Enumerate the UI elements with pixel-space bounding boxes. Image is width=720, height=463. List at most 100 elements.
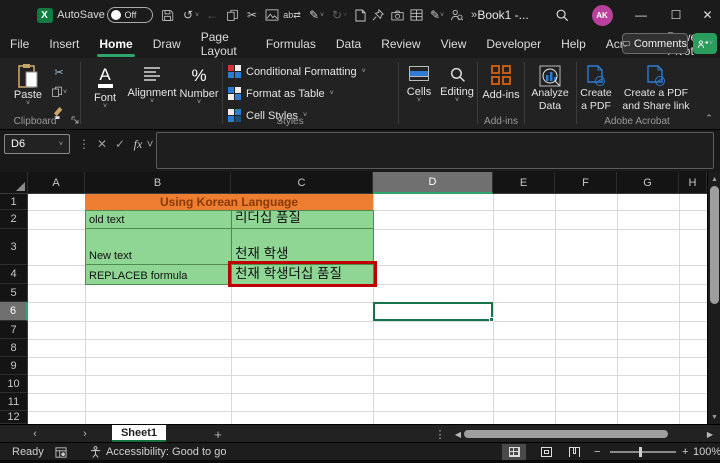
view-normal-button[interactable]	[502, 444, 526, 460]
tab-developer[interactable]: Developer	[476, 30, 551, 58]
share-button[interactable]: ˅	[693, 33, 717, 54]
tab-home[interactable]: Home	[89, 30, 142, 58]
editing-group-button[interactable]: Editing ˅	[438, 66, 476, 103]
addins-button[interactable]: Add-ins	[480, 65, 522, 101]
tab-draw[interactable]: Draw	[143, 30, 191, 58]
picture-icon[interactable]	[262, 0, 282, 30]
enter-icon[interactable]: ✓	[112, 134, 128, 154]
tab-view[interactable]: View	[431, 30, 477, 58]
cell-C2[interactable]: 리더십 품질	[231, 210, 374, 229]
zoom-in-button[interactable]: +	[682, 443, 688, 461]
hscroll-right-icon[interactable]: ▶	[700, 425, 720, 443]
paste-button[interactable]: Paste ˅	[10, 63, 46, 106]
close-button[interactable]: ✕	[695, 0, 720, 30]
next-sheet-icon[interactable]: ›	[75, 425, 95, 443]
copy-icon[interactable]	[222, 0, 242, 30]
zoom-out-button[interactable]: −	[594, 443, 600, 461]
minimize-button[interactable]: —	[626, 0, 656, 30]
cell-C3[interactable]: 천재 학생	[231, 228, 374, 265]
row-header-5[interactable]: 5	[0, 284, 28, 302]
row-header-6[interactable]: 6	[0, 302, 28, 321]
clipboard-dialog-launcher-icon[interactable]	[66, 112, 84, 128]
fill-handle[interactable]	[489, 317, 494, 322]
column-header-C[interactable]: C	[231, 172, 373, 194]
tab-file[interactable]: File	[0, 30, 39, 58]
replace-icon[interactable]: ab⇄	[282, 0, 302, 30]
new-document-icon[interactable]	[350, 0, 370, 30]
avatar[interactable]: AK	[591, 0, 613, 30]
maximize-button[interactable]: ☐	[661, 0, 691, 30]
row-header-4[interactable]: 4	[0, 265, 28, 284]
undo-chevron-icon[interactable]: ˅	[193, 0, 201, 30]
accessibility-status[interactable]: Accessibility: Good to go	[106, 443, 226, 461]
cell-B4[interactable]: REPLACEB formula	[85, 264, 232, 285]
column-header-B[interactable]: B	[85, 172, 231, 194]
autosave-toggle[interactable]: Off	[106, 0, 153, 30]
create-pdf-button[interactable]: Createa PDF	[578, 65, 614, 113]
add-sheet-button[interactable]: +	[208, 425, 228, 443]
column-header-E[interactable]: E	[493, 172, 555, 194]
zoom-slider-track[interactable]	[610, 451, 676, 453]
form-icon[interactable]	[406, 0, 426, 30]
create-pdf-share-button[interactable]: Create a PDFand Share link	[616, 65, 696, 113]
column-header-A[interactable]: A	[28, 172, 85, 194]
tab-formulas[interactable]: Formulas	[256, 30, 326, 58]
zoom-level[interactable]: 100%	[693, 443, 720, 461]
analyze-data-button[interactable]: AnalyzeData	[527, 65, 573, 113]
column-header-F[interactable]: F	[555, 172, 617, 194]
macro-record-icon[interactable]	[55, 443, 67, 461]
conditional-formatting-button[interactable]: Conditional Formatting˅	[228, 65, 366, 78]
horizontal-scroll-thumb[interactable]	[464, 430, 668, 438]
copy-icon[interactable]: ˅	[50, 84, 68, 100]
cell-B3[interactable]: New text	[85, 228, 232, 265]
pin-icon[interactable]	[368, 0, 388, 30]
vertical-scroll-thumb[interactable]	[710, 186, 719, 304]
selected-cell-D6[interactable]	[373, 302, 493, 321]
tab-page-layout[interactable]: Page Layout	[191, 30, 256, 58]
accessibility-icon[interactable]	[90, 443, 101, 461]
draw-chevron-icon[interactable]: ˅	[438, 0, 446, 30]
zoom-slider-thumb[interactable]	[639, 447, 642, 457]
alignment-group-button[interactable]: Alignment ˅	[128, 66, 176, 104]
row-header-11[interactable]: 11	[0, 393, 28, 411]
tab-insert[interactable]: Insert	[39, 30, 89, 58]
cells-group-button[interactable]: Cells ˅	[402, 66, 436, 103]
ink-chevron-icon[interactable]: ˅	[318, 0, 326, 30]
view-page-break-button[interactable]	[562, 444, 586, 460]
vertical-scrollbar[interactable]: ▲ ▼	[707, 172, 720, 424]
save-icon[interactable]	[157, 0, 177, 30]
search-icon[interactable]	[552, 0, 572, 30]
person-search-icon[interactable]	[446, 0, 466, 30]
scroll-down-icon[interactable]: ▼	[708, 411, 720, 423]
cut-icon[interactable]: ✂	[242, 0, 262, 30]
row-header-1[interactable]: 1	[0, 194, 28, 210]
row-header-8[interactable]: 8	[0, 339, 28, 357]
formula-input[interactable]	[156, 132, 714, 169]
row-header-3[interactable]: 3	[0, 229, 28, 265]
row-header-12[interactable]: 12	[0, 411, 28, 424]
tab-data[interactable]: Data	[326, 30, 371, 58]
column-header-G[interactable]: G	[617, 172, 679, 194]
prev-sheet-icon[interactable]: ‹	[25, 425, 45, 443]
cell-B1-merged-title[interactable]: Using Korean Language	[85, 194, 373, 210]
format-as-table-button[interactable]: Format as Table˅	[228, 87, 334, 100]
scroll-up-icon[interactable]: ▲	[708, 173, 720, 185]
cell-B2[interactable]: old text	[85, 210, 232, 229]
column-header-H[interactable]: H	[679, 172, 707, 194]
collapse-ribbon-icon[interactable]: ⌃	[700, 110, 718, 126]
row-header-2[interactable]: 2	[0, 210, 28, 229]
row-header-7[interactable]: 7	[0, 321, 28, 339]
cut-icon[interactable]: ✂	[50, 64, 68, 80]
row-header-10[interactable]: 10	[0, 375, 28, 393]
tab-help[interactable]: Help	[551, 30, 596, 58]
tab-review[interactable]: Review	[371, 30, 430, 58]
row-header-9[interactable]: 9	[0, 357, 28, 375]
name-box[interactable]: D6˅	[4, 134, 70, 154]
comments-button[interactable]: Comments	[622, 33, 688, 54]
insert-function-icon[interactable]: fx	[130, 134, 146, 154]
column-header-D[interactable]: D	[373, 172, 493, 194]
number-group-button[interactable]: % Number ˅	[178, 66, 220, 105]
excel-logo-icon[interactable]: X	[36, 0, 53, 30]
sheet-tab-sheet1[interactable]: Sheet1	[112, 425, 166, 443]
font-group-button[interactable]: A Font ˅	[84, 66, 126, 109]
